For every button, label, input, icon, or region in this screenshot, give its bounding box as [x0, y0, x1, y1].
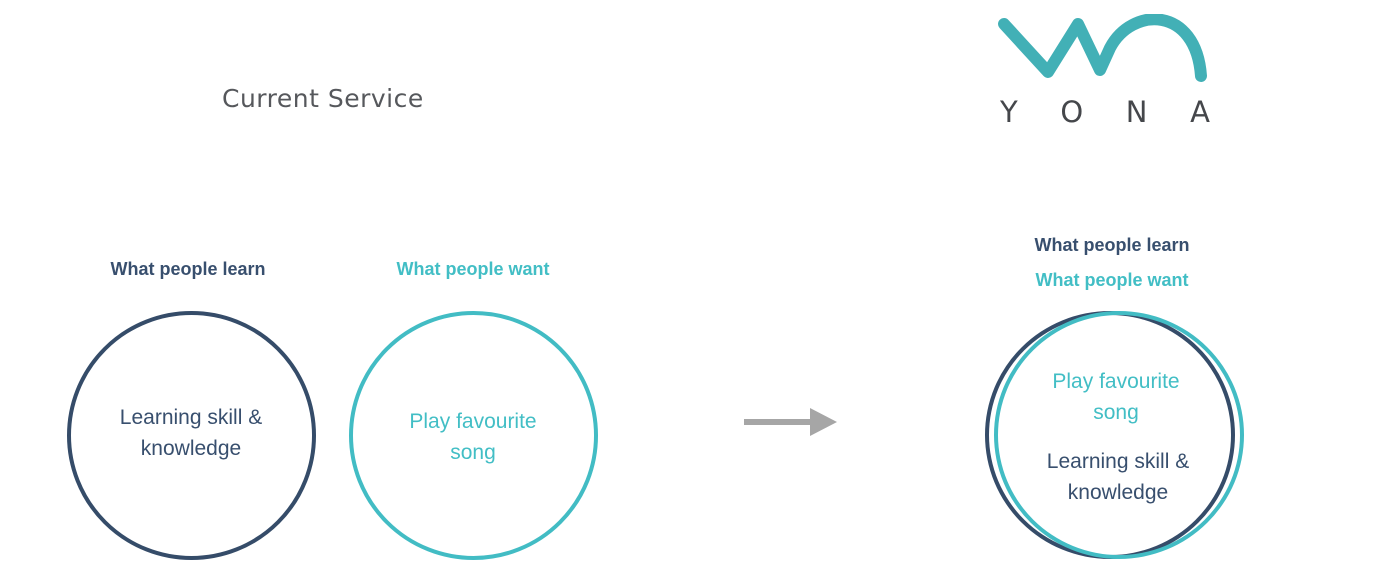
combined-want-circle — [994, 311, 1244, 559]
logo-letter-n: N — [1125, 95, 1148, 129]
yona-wordmark: Y O N A — [1000, 98, 1210, 127]
yona-logo-mark — [998, 14, 1207, 82]
logo-letter-o: O — [1060, 95, 1084, 129]
want-circle-line2: song — [450, 441, 496, 464]
want-circle-text: Play favourite song — [409, 406, 536, 468]
logo-letter-y: Y — [1000, 95, 1018, 129]
combined-learn-line1: Learning skill & — [1046, 450, 1190, 473]
combined-learn-line2: knowledge — [1067, 481, 1169, 504]
learn-circle-line2: knowledge — [140, 437, 242, 460]
heading-combined-what-people-learn: What people learn — [1034, 235, 1190, 255]
section-title-current-service: Current Service — [222, 84, 424, 113]
right-arrow-icon — [744, 408, 837, 436]
learn-circle-text: Learning skill & knowledge — [120, 402, 262, 464]
heading-combined-what-people-want: What people want — [1035, 270, 1189, 290]
combined-learn-text: Learning skill & knowledge — [1047, 446, 1189, 508]
logo-letter-a: A — [1190, 95, 1210, 129]
want-circle-line1: Play favourite — [409, 410, 537, 433]
combined-want-line1: Play favourite — [1052, 370, 1180, 393]
combined-want-text: Play favourite song — [1052, 366, 1179, 428]
learn-circle-line1: Learning skill & — [119, 406, 263, 429]
heading-what-people-learn: What people learn — [110, 259, 266, 279]
heading-what-people-want: What people want — [396, 259, 550, 279]
combined-want-line2: song — [1093, 401, 1139, 424]
